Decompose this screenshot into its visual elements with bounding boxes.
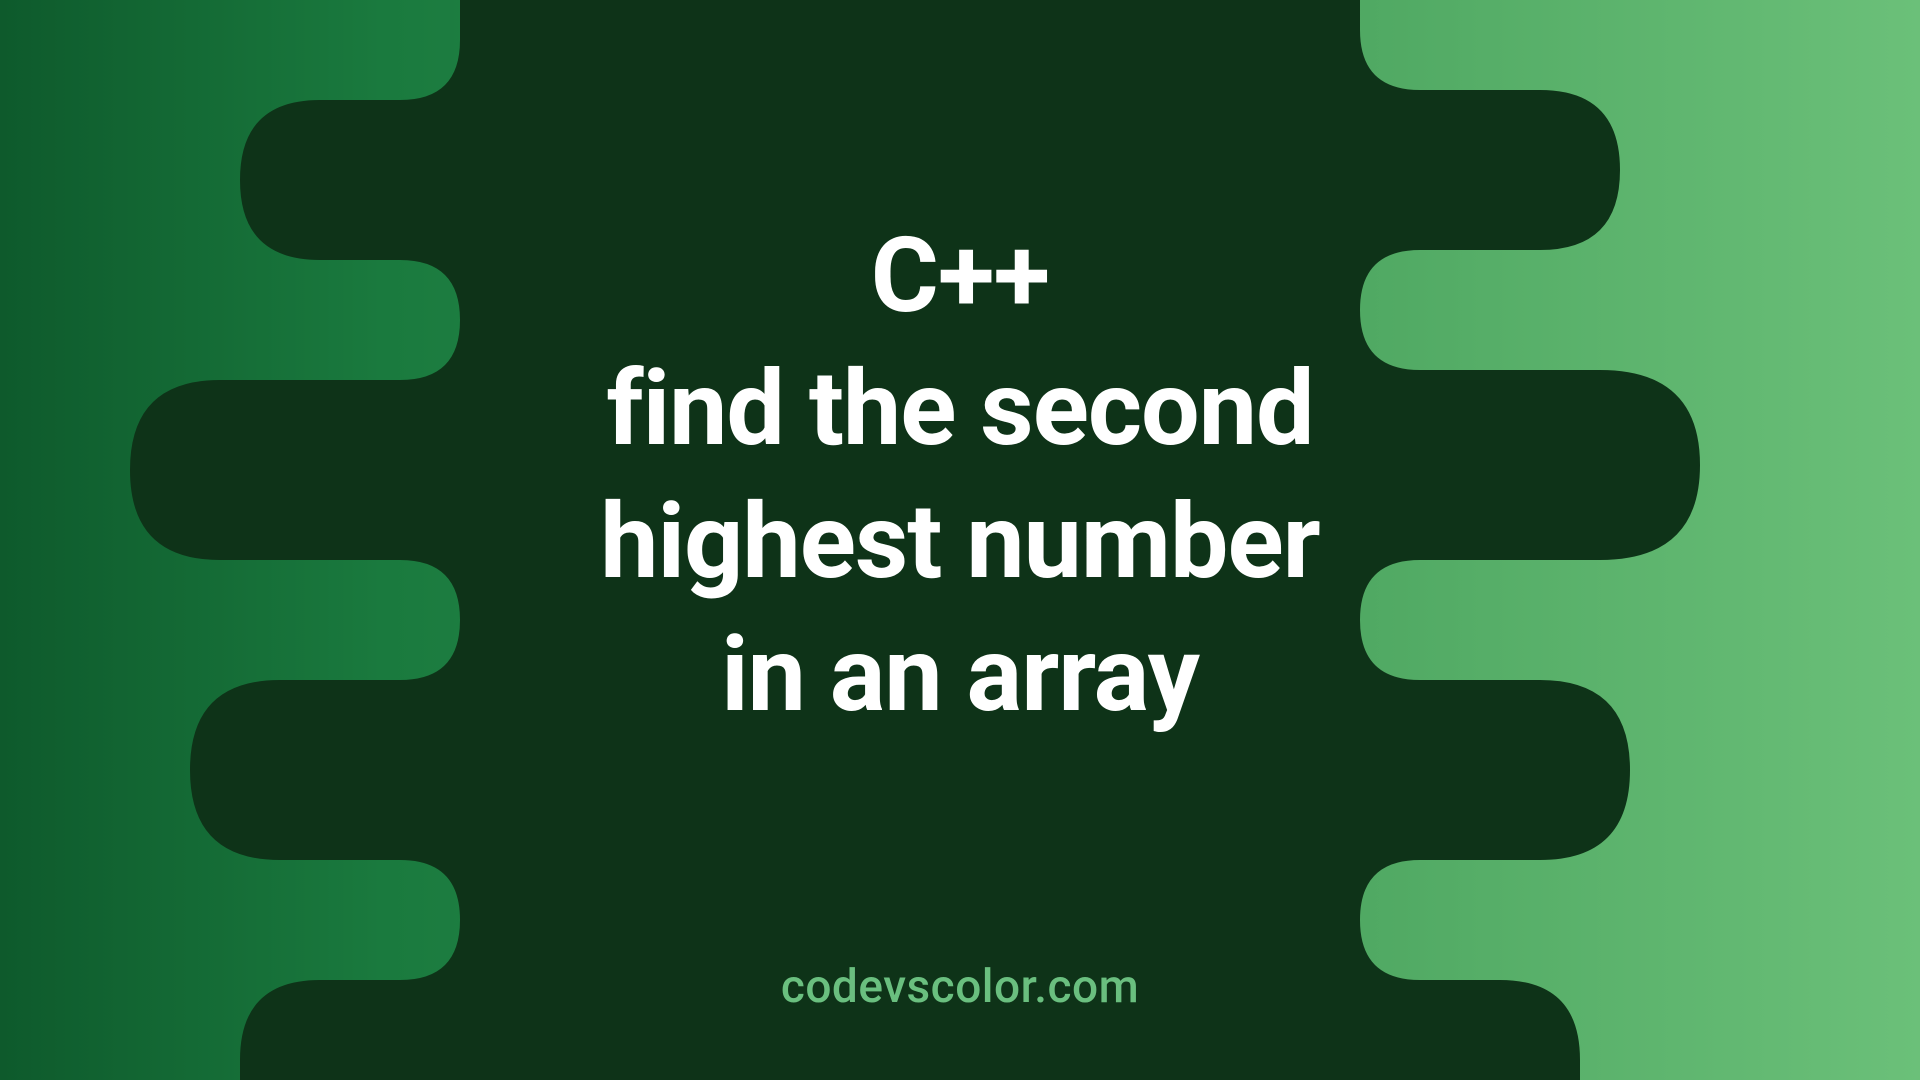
watermark-text: codevscolor.com <box>0 960 1920 1014</box>
title-line-3: highest number <box>0 476 1920 609</box>
title-line-4: in an array <box>0 609 1920 742</box>
banner-graphic: C++ find the second highest number in an… <box>0 0 1920 1080</box>
title-line-1: C++ <box>0 210 1920 343</box>
title-block: C++ find the second highest number in an… <box>0 210 1920 742</box>
title-line-2: find the second <box>0 343 1920 476</box>
